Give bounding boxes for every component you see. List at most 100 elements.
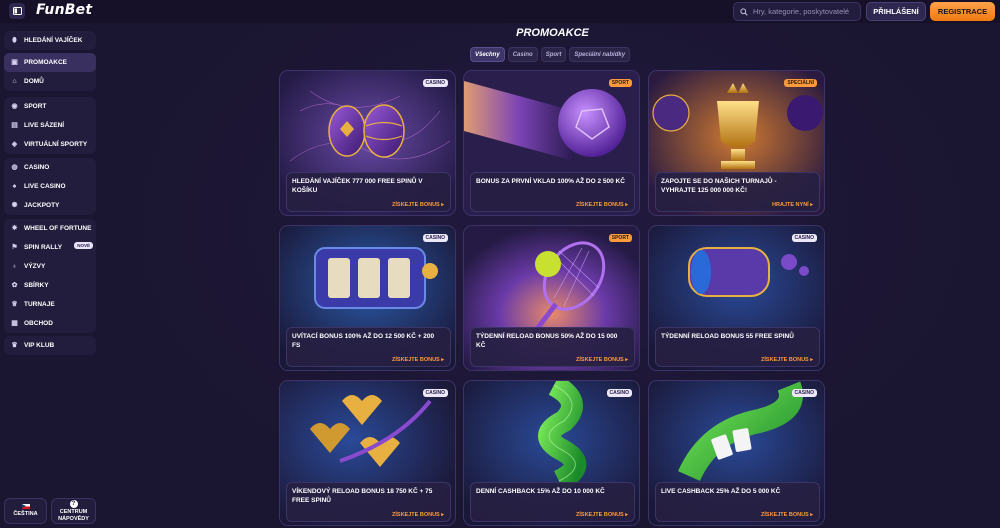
sidebar-item-label: SPORT [24,103,47,110]
sidebar-item-spin-rally[interactable]: ⚑ SPIN RALLY NOVÉ [4,238,96,257]
get-bonus-link[interactable]: ZÍSKEJTE BONUS ▸ [576,357,628,363]
sidebar-group-egg: ⬮ HLEDÁNÍ VAJÍČEK [4,31,96,50]
promo-card-info: TÝDENNÍ RELOAD BONUS 55 FREE SPINŮ ZÍSKE… [655,327,820,367]
promo-title: BONUS ZA PRVNÍ VKLAD 100% AŽ DO 2 500 KČ [476,178,625,185]
get-bonus-link[interactable]: ZÍSKEJTE BONUS ▸ [576,202,628,208]
category-tag: SPORT [608,234,632,242]
sidebar-item-challenges[interactable]: ♁ VÝZVY [4,257,96,276]
promo-card[interactable]: SPECIÁLNÍ ZAPOJTE SE DO NAŠICH TURNAJŮ -… [648,70,825,216]
sidebar-item-wheel-of-fortune[interactable]: ✵ WHEEL OF FORTUNE [4,219,96,238]
sidebar-item-virtual-sports[interactable]: ◈ VIRTUÁLNÍ SPORTY [4,135,96,154]
sidebar-item-label: DOMŮ [24,78,44,85]
help-center-button[interactable]: ? CENTRUM NÁPOVĚDY [51,498,96,524]
sidebar-item-label: SPIN RALLY [24,244,63,251]
sidebar-item-label: JACKPOTY [24,202,60,209]
sidebar-item-label: HLEDÁNÍ VAJÍČEK [24,37,83,44]
promo-title: ZAPOJTE SE DO NAŠICH TURNAJŮ - VYHRAJTE … [661,178,777,194]
sidebar-item-collections[interactable]: ✿ SBÍRKY [4,276,96,295]
sidebar-item-jackpots[interactable]: ✺ JACKPOTY [4,196,96,215]
sidebar-item-home[interactable]: ⌂ DOMŮ [4,72,96,91]
sidebar-item-egg-hunt[interactable]: ⬮ HLEDÁNÍ VAJÍČEK [4,31,96,50]
tab-casino[interactable]: Casino [507,47,538,62]
promo-card[interactable]: CASINO HLEDÁNÍ VAJÍČEK 777 000 FREE SPIN… [279,70,456,216]
wheel-icon: ✵ [11,225,18,232]
get-bonus-link[interactable]: ZÍSKEJTE BONUS ▸ [392,512,444,518]
get-bonus-link[interactable]: ZÍSKEJTE BONUS ▸ [392,202,444,208]
get-bonus-link[interactable]: ZÍSKEJTE BONUS ▸ [576,512,628,518]
sidebar-item-label: CASINO [24,164,50,171]
get-bonus-link[interactable]: ZÍSKEJTE BONUS ▸ [761,357,813,363]
sidebar-item-shop[interactable]: ▦ OBCHOD [4,314,96,333]
sidebar-item-live-betting[interactable]: ▤ LIVE SÁZENÍ [4,116,96,135]
promo-card[interactable]: CASINO VÍKENDOVÝ RELOAD BONUS 18 750 KČ … [279,380,456,526]
filter-tabs: Všechny Casino Sport Speciální nabídky [470,47,631,62]
get-bonus-link[interactable]: ZÍSKEJTE BONUS ▸ [392,357,444,363]
tab-sport[interactable]: Sport [540,47,567,62]
ball-icon: ◉ [11,103,18,110]
promo-title: TÝDENNÍ RELOAD BONUS 55 FREE SPINŮ [661,333,794,340]
promo-card[interactable]: SPORT TÝDENNÍ RELOAD BONUS 50% AŽ DO 15 … [463,225,640,371]
sidebar-item-label: VIP KLUB [24,342,55,349]
promo-card[interactable]: CASINO LIVE CASHBACK 25% AŽ DO 5 000 KČ … [648,380,825,526]
trophy-icon: ♕ [11,301,18,308]
category-tag: CASINO [606,389,632,397]
login-button[interactable]: PŘIHLÁŠENÍ [866,2,926,21]
top-bar: FunBet PŘIHLÁŠENÍ REGISTRACE [0,0,1000,23]
sidebar-toggle-icon [12,7,22,15]
new-badge: NOVÉ [74,242,93,249]
category-tag: CASINO [791,389,817,397]
promo-card[interactable]: SPORT BONUS ZA PRVNÍ VKLAD 100% AŽ DO 2 … [463,70,640,216]
sidebar-item-label: VIRTUÁLNÍ SPORTY [24,141,88,148]
menu-toggle-button[interactable] [9,3,25,19]
sidebar-item-label: VÝZVY [24,263,46,270]
promo-card-info: ZAPOJTE SE DO NAŠICH TURNAJŮ - VYHRAJTE … [655,172,820,212]
play-now-link[interactable]: HRAJTE NYNÍ ▸ [772,202,813,208]
search-icon [740,7,748,16]
sidebar-item-label: PROMOAKCE [24,59,67,66]
sidebar-group-sport: ◉ SPORT ▤ LIVE SÁZENÍ ◈ VIRTUÁLNÍ SPORTY [4,97,96,154]
category-tag: CASINO [422,389,448,397]
egg-icon: ⬮ [12,37,17,44]
tab-special-offers[interactable]: Speciální nabídky [569,47,631,62]
home-icon: ⌂ [12,78,17,85]
dealer-icon: ♠ [12,183,17,190]
category-tag: CASINO [791,234,817,242]
promo-card-info: UVÍTACÍ BONUS 100% AŽ DO 12 500 KČ + 200… [286,327,451,367]
collection-icon: ✿ [11,282,18,289]
sidebar-item-tournaments[interactable]: ♕ TURNAJE [4,295,96,314]
search-box[interactable] [733,2,861,21]
live-icon: ▤ [11,122,18,129]
sidebar-item-vip-club[interactable]: ♛ VIP KLUB [4,336,96,355]
get-bonus-link[interactable]: ZÍSKEJTE BONUS ▸ [761,512,813,518]
language-button[interactable]: ČEŠTINA [4,498,47,524]
jackpot-icon: ✺ [11,202,18,209]
category-tag: SPECIÁLNÍ [784,79,817,87]
sidebar-item-live-casino[interactable]: ♠ LIVE CASINO [4,177,96,196]
sidebar-item-sport[interactable]: ◉ SPORT [4,97,96,116]
promo-card-info: TÝDENNÍ RELOAD BONUS 50% AŽ DO 15 000 KČ… [470,327,635,367]
sidebar-item-promo[interactable]: ▣ PROMOAKCE [4,53,96,72]
promo-title: VÍKENDOVÝ RELOAD BONUS 18 750 KČ + 75 FR… [292,488,433,504]
promo-card[interactable]: CASINO UVÍTACÍ BONUS 100% AŽ DO 12 500 K… [279,225,456,371]
promo-title: TÝDENNÍ RELOAD BONUS 50% AŽ DO 15 000 KČ [476,333,618,349]
category-tag: CASINO [422,79,448,87]
sidebar-item-label: TURNAJE [24,301,55,308]
sidebar: ⬮ HLEDÁNÍ VAJÍČEK ▣ PROMOAKCE ⌂ DOMŮ ◉ S… [0,23,101,528]
sidebar-group-extras: ✵ WHEEL OF FORTUNE ⚑ SPIN RALLY NOVÉ ♁ V… [4,219,96,333]
register-button[interactable]: REGISTRACE [930,2,995,21]
category-tag: SPORT [608,79,632,87]
sidebar-item-label: LIVE CASINO [24,183,66,190]
brand-logo[interactable]: FunBet [36,2,92,18]
sidebar-item-label: SBÍRKY [24,282,49,289]
sidebar-group-casino: ◍ CASINO ♠ LIVE CASINO ✺ JACKPOTY [4,158,96,215]
language-label: ČEŠTINA [13,511,38,518]
virtual-icon: ◈ [11,141,18,148]
promo-card[interactable]: CASINO TÝDENNÍ RELOAD BONUS 55 FREE SPIN… [648,225,825,371]
sidebar-item-label: LIVE SÁZENÍ [24,122,65,129]
promo-card[interactable]: CASINO DENNÍ CASHBACK 15% AŽ DO 10 000 K… [463,380,640,526]
search-input[interactable] [752,7,860,16]
help-label-line-2: NÁPOVĚDY [58,515,89,522]
promo-title: UVÍTACÍ BONUS 100% AŽ DO 12 500 KČ + 200… [292,333,435,349]
sidebar-item-casino[interactable]: ◍ CASINO [4,158,96,177]
tab-all[interactable]: Všechny [470,47,505,62]
